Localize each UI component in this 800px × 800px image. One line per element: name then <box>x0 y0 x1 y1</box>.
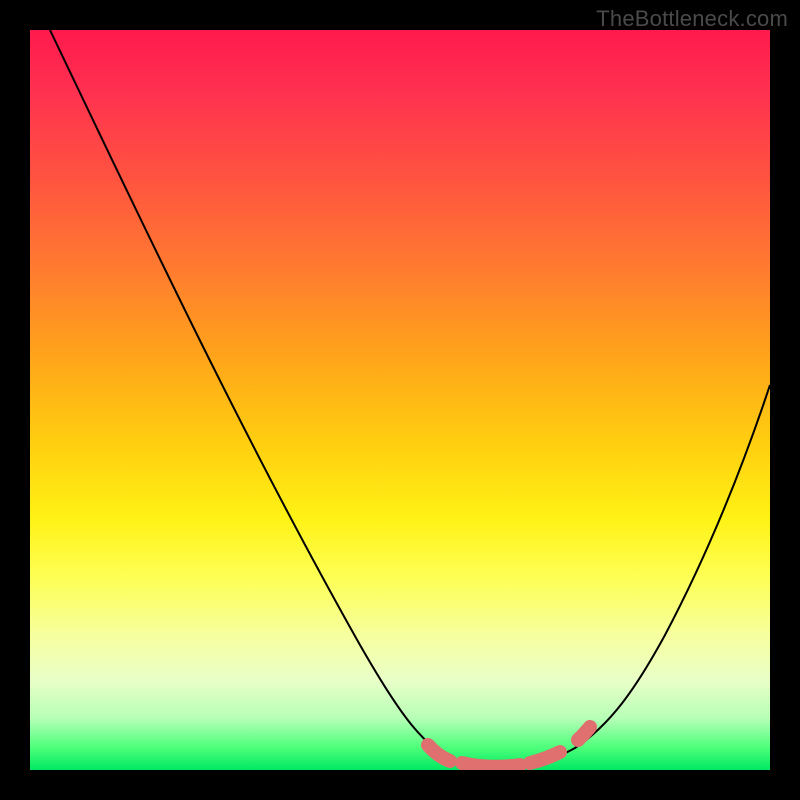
optimal-region-highlight <box>428 727 590 767</box>
chart-frame: TheBottleneck.com <box>0 0 800 800</box>
watermark-text: TheBottleneck.com <box>596 6 788 32</box>
plot-area <box>30 30 770 770</box>
chart-svg <box>30 30 770 770</box>
bottleneck-curve-path <box>50 30 770 766</box>
